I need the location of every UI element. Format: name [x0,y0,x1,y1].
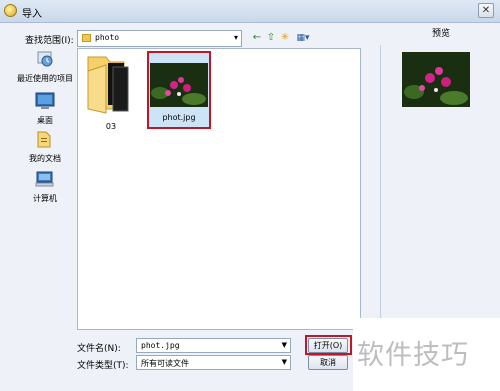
place-recent[interactable]: 最近使用的项目 [16,50,74,84]
folder-icon [87,56,129,114]
chevron-down-icon[interactable]: ▼ [282,341,287,349]
filename-label: 文件名(N): [77,344,121,354]
chevron-down-icon[interactable]: ▾ [234,33,238,42]
place-computer[interactable]: 计算机 [16,170,74,204]
desktop-icon [35,92,55,109]
place-documents[interactable]: 我的文档 [16,130,74,164]
lookin-label: 查找范围(I): [25,36,74,46]
new-folder-icon[interactable]: ✳ [279,32,291,44]
chevron-down-icon[interactable]: ▼ [282,358,287,366]
back-icon[interactable]: ← [251,32,263,44]
filename-value: phot.jpg [141,341,180,350]
filename-field[interactable]: phot.jpg ▼ [136,338,291,353]
preview-label: 预览 [432,29,451,39]
thumbnail-image [150,63,208,107]
lookin-value: photo [95,33,120,42]
filetype-select[interactable]: 所有可读文件 ▼ [136,355,291,370]
watermark-text: 软件技巧 [357,340,469,371]
file-name: phot.jpg [162,113,196,122]
documents-icon [37,131,51,148]
place-label: 计算机 [33,194,57,203]
places-bar: 最近使用的项目 桌面 我的文档 计算机 [16,48,74,338]
lookin-combo[interactable]: photo ▾ [77,30,242,47]
cancel-button[interactable]: 取消 [308,355,348,370]
view-menu-icon[interactable]: ▦▾ [294,32,312,44]
preview-divider [380,45,381,330]
folder-icon [82,34,91,42]
file-item-phot-jpg[interactable]: phot.jpg [147,51,211,129]
app-icon [4,4,17,17]
recent-icon [37,51,53,67]
open-button-highlight [305,335,352,355]
close-button[interactable]: ✕ [478,3,494,18]
filetype-label: 文件类型(T): [77,361,129,371]
preview-image [402,52,470,107]
title-bar: 导入 ✕ [0,0,500,23]
filetype-value: 所有可读文件 [141,359,189,368]
place-label: 桌面 [37,116,53,125]
up-folder-icon[interactable]: ⇧ [265,32,277,44]
place-label: 我的文档 [29,154,61,163]
window-title: 导入 [22,9,42,20]
computer-icon [35,171,54,187]
place-label: 最近使用的项目 [17,74,73,83]
folder-item-03[interactable]: 03 [84,53,138,131]
file-list: 03 phot.jpg [77,48,361,330]
file-name: 03 [105,122,117,131]
place-desktop[interactable]: 桌面 [16,92,74,126]
import-dialog: 导入 ✕ 查找范围(I): photo ▾ ← ⇧ ✳ ▦▾ 最近使用的项目 桌… [0,0,500,391]
